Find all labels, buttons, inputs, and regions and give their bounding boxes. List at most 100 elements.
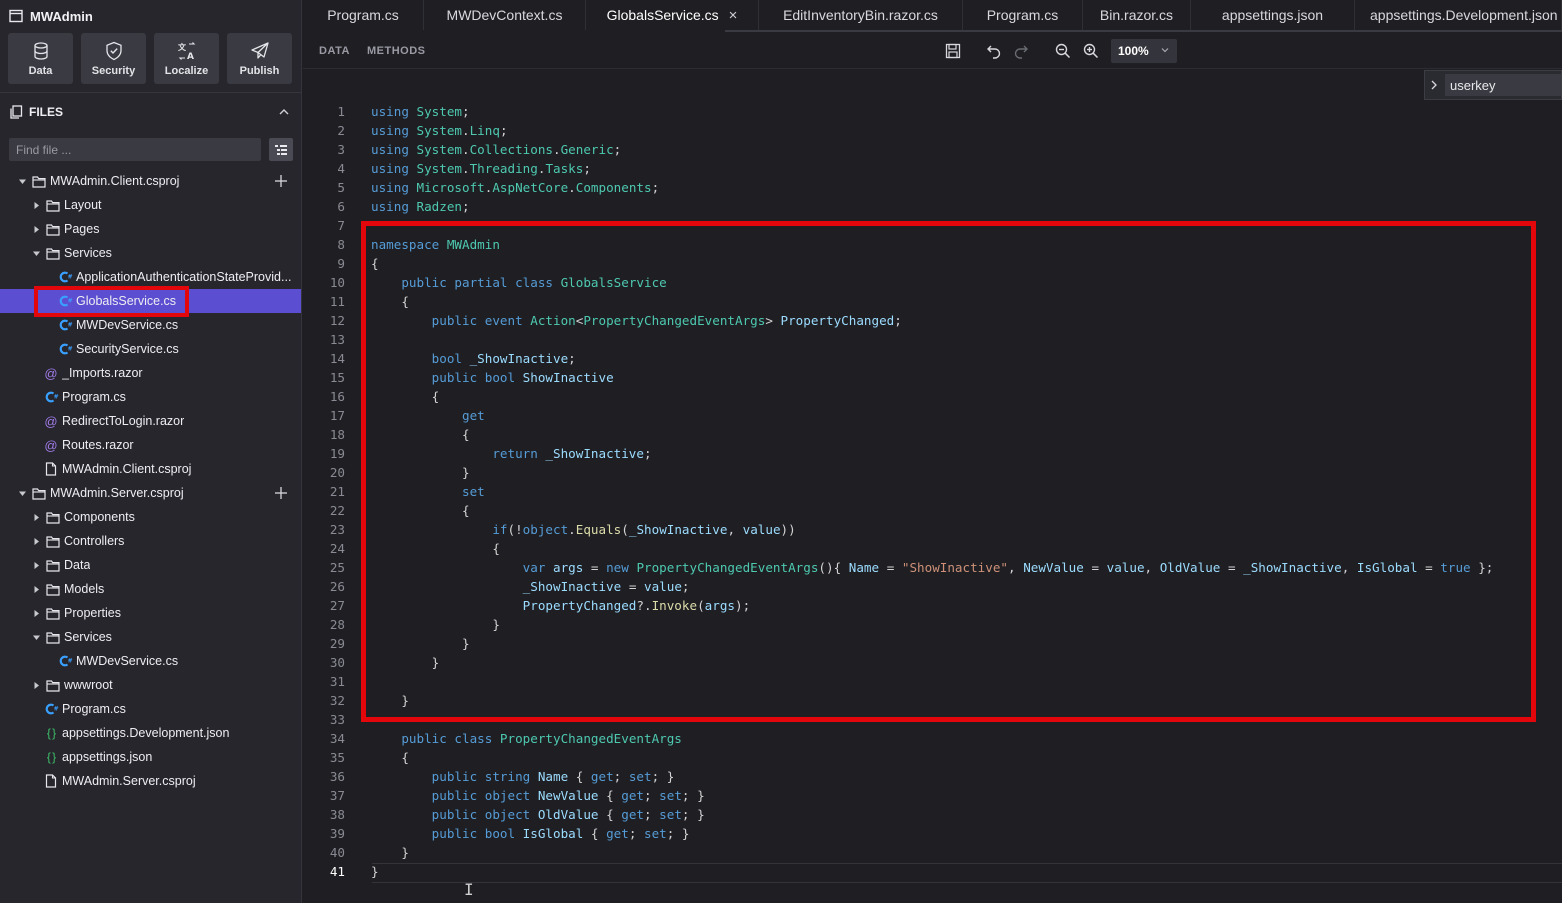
file-tree-item[interactable]: Services [0, 625, 301, 649]
file-tree-item[interactable]: MWAdmin.Client.csproj [0, 457, 301, 481]
tab-appsettings-development-json[interactable]: appsettings.Development.json [1355, 0, 1562, 30]
file-tree-item[interactable]: @ RedirectToLogin.razor [0, 409, 301, 433]
file-tree-item[interactable]: MWAdmin.Client.csproj [0, 169, 301, 193]
zoom-level-select[interactable]: 100% [1111, 39, 1177, 63]
file-tree-item[interactable]: Properties [0, 601, 301, 625]
close-tab-icon[interactable]: × [729, 7, 738, 24]
add-file-icon[interactable] [273, 485, 289, 501]
tab-bin-razor-cs[interactable]: Bin.razor.cs [1083, 0, 1191, 30]
add-file-icon[interactable] [273, 173, 289, 189]
file-tree-item[interactable]: Layout [0, 193, 301, 217]
find-file-input[interactable] [9, 138, 261, 161]
caret-right-icon[interactable] [30, 559, 42, 571]
file-tree-item[interactable]: # Program.cs [0, 697, 301, 721]
tab-program-cs-server[interactable]: Program.cs [963, 0, 1083, 30]
view-tab-data[interactable]: DATA [319, 45, 350, 57]
line-number: 18 [329, 427, 345, 442]
code-line[interactable]: 38 public object OldValue { get; set; } [303, 805, 1562, 824]
caret-down-icon[interactable] [30, 247, 42, 259]
file-tree-item[interactable]: MWAdmin.Server.csproj [0, 769, 301, 793]
save-icon[interactable] [943, 41, 963, 61]
view-tab-methods[interactable]: METHODS [367, 45, 426, 57]
file-tree-item[interactable]: Pages [0, 217, 301, 241]
file-tree-item[interactable]: wwwroot [0, 673, 301, 697]
caret-down-icon[interactable] [16, 487, 28, 499]
caret-right-icon[interactable] [30, 199, 42, 211]
file-tree-item[interactable]: Services [0, 241, 301, 265]
redo-icon[interactable] [1011, 41, 1031, 61]
caret-right-icon[interactable] [30, 511, 42, 523]
file-tree-item[interactable]: # Program.cs [0, 385, 301, 409]
tab-editinventorybin-razor-cs[interactable]: EditInventoryBin.razor.cs [759, 0, 963, 30]
caret-right-icon[interactable] [30, 223, 42, 235]
razor-at-icon: @ [44, 413, 58, 429]
code-line[interactable]: 39 public bool IsGlobal { get; set; } [303, 824, 1562, 843]
file-tree-item[interactable]: { } appsettings.Development.json [0, 721, 301, 745]
code-line[interactable]: 5 using Microsoft.AspNetCore.Components; [303, 178, 1562, 197]
code-line[interactable]: 2 using System.Linq; [303, 121, 1562, 140]
localize-button[interactable]: 文A Localize [154, 33, 219, 84]
tab-globalsservice-cs[interactable]: GlobalsService.cs × [586, 0, 759, 30]
code-line[interactable]: 3 using System.Collections.Generic; [303, 140, 1562, 159]
svg-text:#: # [67, 274, 72, 281]
files-header-title: FILES [29, 105, 64, 119]
tab-mwdevcontext-cs[interactable]: MWDevContext.cs [424, 0, 586, 30]
data-button[interactable]: Data [8, 33, 73, 84]
zoom-in-icon[interactable] [1081, 41, 1101, 61]
razor-at-icon: @ [44, 365, 58, 381]
line-number: 32 [329, 693, 345, 708]
tab-appsettings-json[interactable]: appsettings.json [1191, 0, 1355, 30]
file-tree-item[interactable]: Components [0, 505, 301, 529]
text-cursor-icon: I [464, 880, 474, 899]
chevron-right-icon[interactable] [1425, 71, 1442, 99]
caret-down-icon[interactable] [30, 631, 42, 643]
file-tree-item[interactable]: @ _Imports.razor [0, 361, 301, 385]
line-number: 4 [337, 161, 345, 176]
file-tree-item-label: Controllers [64, 534, 125, 548]
caret-right-icon[interactable] [30, 607, 42, 619]
zoom-out-icon[interactable] [1053, 41, 1073, 61]
code-line[interactable]: 37 public object NewValue { get; set; } [303, 786, 1562, 805]
caret-down-icon[interactable] [16, 175, 28, 187]
file-tree-item[interactable]: Data [0, 553, 301, 577]
line-number: 13 [329, 332, 345, 347]
code-line[interactable]: 34 public class PropertyChangedEventArgs [303, 729, 1562, 748]
file-tree-item-label: _Imports.razor [62, 366, 143, 380]
chevron-up-icon[interactable] [277, 105, 291, 119]
line-number: 26 [329, 579, 345, 594]
publish-button[interactable]: Publish [227, 33, 292, 84]
line-number: 11 [329, 294, 345, 309]
line-number: 9 [337, 256, 345, 271]
tab-label: MWDevContext.cs [446, 7, 563, 23]
file-tree-item[interactable]: # MWDevService.cs [0, 649, 301, 673]
find-input[interactable] [1445, 74, 1561, 96]
undo-icon[interactable] [984, 41, 1004, 61]
tree-view-toggle-button[interactable] [269, 138, 293, 161]
window-icon [9, 9, 23, 23]
line-number: 27 [329, 598, 345, 613]
code-line[interactable]: 35 { [303, 748, 1562, 767]
code-line[interactable]: 4 using System.Threading.Tasks; [303, 159, 1562, 178]
code-line[interactable]: 40 } [303, 843, 1562, 862]
code-line[interactable]: 6 using Radzen; [303, 197, 1562, 216]
svg-text:#: # [67, 322, 72, 329]
code-line[interactable]: 36 public string Name { get; set; } [303, 767, 1562, 786]
csharp-file-icon: # [57, 317, 73, 333]
file-tree-item[interactable]: # SecurityService.cs [0, 337, 301, 361]
code-line[interactable]: 1 using System; [303, 102, 1562, 121]
file-tree-item[interactable]: @ Routes.razor [0, 433, 301, 457]
editor-toolbar: DATA METHODS 100% [303, 32, 1562, 69]
line-number: 25 [329, 560, 345, 575]
file-tree-item-label: Properties [64, 606, 121, 620]
caret-right-icon[interactable] [30, 535, 42, 547]
caret-right-icon[interactable] [30, 679, 42, 691]
files-panel-header[interactable]: FILES [9, 103, 291, 121]
file-tree-item[interactable]: { } appsettings.json [0, 745, 301, 769]
caret-right-icon[interactable] [30, 583, 42, 595]
file-tree-item[interactable]: Models [0, 577, 301, 601]
json-braces-icon: { } [46, 750, 56, 764]
tab-program-cs[interactable]: Program.cs [303, 0, 424, 30]
security-button[interactable]: Security [81, 33, 146, 84]
file-tree-item[interactable]: MWAdmin.Server.csproj [0, 481, 301, 505]
file-tree-item[interactable]: Controllers [0, 529, 301, 553]
